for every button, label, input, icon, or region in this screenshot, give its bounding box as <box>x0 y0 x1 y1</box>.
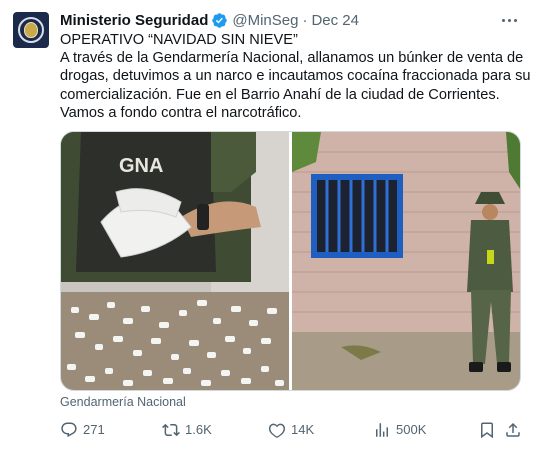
separator-dot: · <box>302 11 308 29</box>
views-icon <box>376 423 388 437</box>
tweet-media[interactable]: GNA <box>60 131 521 391</box>
repost-button[interactable]: 1.6K <box>162 418 212 442</box>
author-name[interactable]: Ministerio Seguridad <box>60 12 208 29</box>
tweet-text-line: Vamos a fondo contra el narcotráfico. <box>60 104 302 121</box>
media-caption: Gendarmería Nacional <box>60 395 186 409</box>
seal-logo <box>18 17 44 43</box>
verified-badge-icon <box>211 12 228 29</box>
media-photo-left[interactable]: GNA <box>61 132 289 391</box>
tweet-card[interactable]: Ministerio Seguridad @MinSeg · Dec 24 OP… <box>0 0 533 456</box>
bookmark-icon <box>481 422 493 439</box>
reply-count: 271 <box>83 422 105 437</box>
action-bar: 271 1.6K 14K 500K <box>58 418 528 442</box>
reply-button[interactable]: 271 <box>60 418 105 442</box>
repost-count: 1.6K <box>185 422 212 437</box>
tweet-text: OPERATIVO “NAVIDAD SIN NIEVE” A través d… <box>60 31 531 122</box>
share-icon <box>506 422 520 437</box>
vest-text: GNA <box>119 155 163 177</box>
tweet-text-line: A través de la Gendarmería Nacional, all… <box>60 50 524 67</box>
media-photo-right[interactable] <box>292 132 521 391</box>
tweet-text-line: OPERATIVO “NAVIDAD SIN NIEVE” <box>60 32 298 48</box>
views-button[interactable]: 500K <box>373 418 426 442</box>
repost-icon <box>162 423 180 437</box>
avatar[interactable] <box>13 12 49 48</box>
tweet-text-line: drogas, detuvimos a un narco e incautamo… <box>60 68 531 85</box>
like-icon <box>268 423 286 438</box>
bookmark-button[interactable] <box>478 418 501 442</box>
tweet-text-line: comercialización. Fue en el Barrio Anahí… <box>60 86 500 103</box>
reply-icon <box>61 422 77 438</box>
more-options-icon[interactable] <box>497 10 521 30</box>
like-count: 14K <box>291 422 315 437</box>
views-count: 500K <box>396 422 427 437</box>
tweet-date[interactable]: Dec 24 <box>311 12 359 29</box>
author-handle[interactable]: @MinSeg <box>232 12 298 29</box>
like-button[interactable]: 14K <box>268 418 314 442</box>
tweet-header: Ministerio Seguridad @MinSeg · Dec 24 <box>60 10 359 30</box>
share-button[interactable] <box>504 418 527 442</box>
